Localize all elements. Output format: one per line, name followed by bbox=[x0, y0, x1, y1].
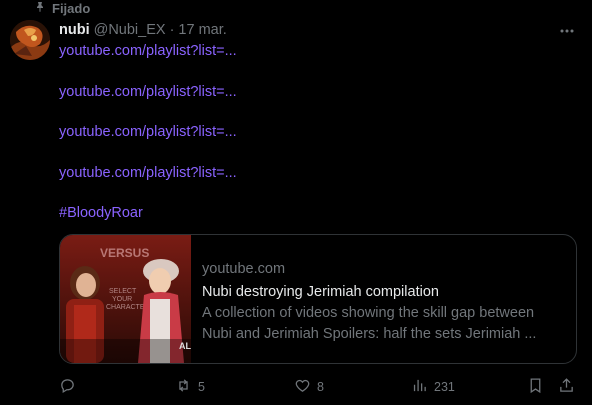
post-header: nubi @Nubi_EX · 17 mar. bbox=[59, 21, 227, 39]
share-icon bbox=[558, 377, 575, 397]
like-button[interactable]: 8 bbox=[294, 375, 324, 399]
like-count: 8 bbox=[317, 380, 324, 394]
card-description-line2: Nubi and Jerimiah Spoilers: half the set… bbox=[202, 326, 537, 342]
author-handle[interactable]: @Nubi_EX bbox=[94, 22, 166, 38]
repost-count: 5 bbox=[198, 380, 205, 394]
bookmark-icon bbox=[527, 377, 544, 397]
views-count: 231 bbox=[434, 380, 455, 394]
header-separator: · bbox=[169, 22, 175, 38]
repost-button[interactable]: 5 bbox=[175, 375, 205, 399]
card-title: Nubi destroying Jerimiah compilation bbox=[202, 284, 439, 300]
playlist-link-4[interactable]: youtube.com/playlist?list=... bbox=[59, 164, 237, 182]
pin-icon bbox=[34, 1, 46, 16]
link-preview-card[interactable]: VERSUS SELECT YOUR CHARACTER AL youtube.… bbox=[59, 234, 577, 364]
svg-text:YOUR: YOUR bbox=[112, 296, 132, 303]
post-date[interactable]: 17 mar. bbox=[178, 22, 226, 38]
pinned-label: Fijado bbox=[52, 0, 91, 16]
playlist-link-1[interactable]: youtube.com/playlist?list=... bbox=[59, 42, 237, 60]
reply-button[interactable] bbox=[59, 375, 82, 399]
svg-text:VERSUS: VERSUS bbox=[100, 246, 149, 260]
avatar[interactable] bbox=[10, 20, 50, 60]
video-thumbnail: VERSUS SELECT YOUR CHARACTER AL bbox=[60, 235, 191, 363]
svg-text:AL: AL bbox=[179, 341, 191, 351]
card-domain: youtube.com bbox=[202, 261, 286, 277]
card-description-line1: A collection of videos showing the skill… bbox=[202, 305, 535, 321]
bookmark-button[interactable] bbox=[527, 375, 544, 399]
share-button[interactable] bbox=[558, 375, 575, 399]
playlist-link-2[interactable]: youtube.com/playlist?list=... bbox=[59, 83, 237, 101]
more-options-icon[interactable] bbox=[558, 25, 576, 37]
views-button[interactable]: 231 bbox=[411, 375, 455, 399]
reply-icon bbox=[59, 377, 76, 397]
hashtag-link[interactable]: #BloodyRoar bbox=[59, 204, 143, 222]
author-name[interactable]: nubi bbox=[59, 22, 90, 38]
action-bar: 5 8 231 bbox=[0, 375, 592, 399]
pinned-indicator: Fijado bbox=[34, 0, 90, 16]
card-text: youtube.com Nubi destroying Jerimiah com… bbox=[202, 260, 568, 345]
repost-icon bbox=[175, 377, 192, 397]
analytics-icon bbox=[411, 377, 428, 397]
heart-icon bbox=[294, 377, 311, 397]
playlist-link-3[interactable]: youtube.com/playlist?list=... bbox=[59, 123, 237, 141]
svg-text:SELECT: SELECT bbox=[109, 288, 137, 295]
